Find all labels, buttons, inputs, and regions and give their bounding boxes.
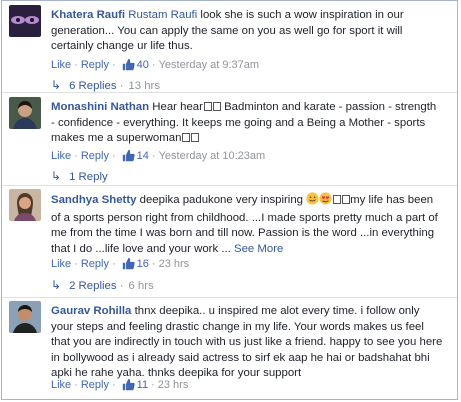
reply-arrow-icon: ↳ [51, 78, 62, 92]
commenter-name[interactable]: Gaurav Rohilla [51, 305, 131, 317]
view-replies[interactable]: ↳ 1 Reply [51, 169, 108, 183]
avatar[interactable] [9, 301, 41, 333]
replies-count[interactable]: 1 Reply [69, 171, 108, 183]
reply-link[interactable]: Reply [81, 258, 109, 270]
emoji-placeholder-icon [342, 195, 351, 204]
avatar[interactable] [9, 189, 41, 221]
reply-link[interactable]: Reply [81, 150, 109, 162]
thumbs-up-icon [122, 58, 135, 74]
tagged-user[interactable]: Rustam Raufi [128, 9, 197, 21]
like-link[interactable]: Like [51, 258, 71, 270]
thumbs-up-icon [122, 257, 135, 273]
thumbs-up-icon [122, 378, 135, 394]
like-link[interactable]: Like [51, 59, 71, 71]
comments-panel: Khatera Raufi Rustam Raufi look she is s… [1, 0, 458, 400]
comment-text: Gaurav Rohilla thnx deepika.. u inspired… [51, 304, 443, 382]
heart-eyes-emoji-icon [319, 192, 332, 211]
like-link[interactable]: Like [51, 379, 71, 391]
like-count[interactable]: 16 [137, 258, 149, 270]
reply-arrow-icon: ↳ [51, 278, 62, 292]
divider [2, 297, 457, 298]
comment-actions: Like · Reply · 16 · 23 hrs [51, 257, 189, 273]
like-link[interactable]: Like [51, 150, 71, 162]
reply-link[interactable]: Reply [81, 379, 109, 391]
like-count[interactable]: 14 [137, 150, 149, 162]
avatar[interactable] [9, 5, 41, 37]
commenter-name[interactable]: Khatera Raufi [51, 9, 125, 21]
replies-time: 6 hrs [128, 280, 154, 292]
avatar[interactable] [9, 97, 41, 129]
commenter-name[interactable]: Sandhya Shetty [51, 194, 136, 206]
like-count[interactable]: 40 [137, 59, 149, 71]
timestamp[interactable]: 23 hrs [158, 379, 189, 391]
comment-actions: Like · Reply · 40 · Yesterday at 9:37am [51, 58, 259, 74]
see-more-link[interactable]: See More [234, 243, 283, 255]
replies-count[interactable]: 6 Replies [69, 80, 117, 92]
view-replies[interactable]: ↳ 2 Replies · 6 hrs [51, 278, 154, 292]
emoji-placeholder-icon [182, 133, 191, 143]
reply-arrow-icon: ↳ [51, 169, 62, 183]
like-count[interactable]: 11 [137, 379, 148, 391]
timestamp[interactable]: Yesterday at 10:23am [159, 150, 266, 162]
comment-body-start: deepika padukone very inspiring [139, 194, 307, 206]
thumbs-up-icon [122, 149, 135, 165]
comment-text: Monashini Nathan Hear hear Badminton and… [51, 100, 443, 147]
emoji-placeholder-icon [212, 102, 221, 111]
smile-emoji-icon [306, 192, 319, 211]
emoji-placeholder-icon [333, 195, 342, 204]
view-replies[interactable]: ↳ 6 Replies · 13 hrs [51, 78, 160, 92]
timestamp[interactable]: Yesterday at 9:37am [159, 59, 260, 71]
comment-actions: Like · Reply · 14 · Yesterday at 10:23am [51, 149, 265, 165]
replies-time: 13 hrs [128, 80, 161, 92]
comment-actions: Like · Reply · 11 · 23 hrs [51, 378, 188, 394]
commenter-name[interactable]: Monashini Nathan [51, 101, 149, 113]
divider [2, 92, 457, 93]
emoji-placeholder-icon [203, 102, 212, 111]
emoji-placeholder-icon [191, 133, 200, 143]
divider [2, 185, 457, 186]
timestamp[interactable]: 23 hrs [159, 258, 190, 270]
comment-body-start: Hear hear [152, 101, 203, 113]
comment-text: Sandhya Shetty deepika padukone very ins… [51, 192, 443, 257]
replies-count[interactable]: 2 Replies [69, 280, 117, 292]
comment-text: Khatera Raufi Rustam Raufi look she is s… [51, 8, 443, 55]
reply-link[interactable]: Reply [81, 59, 109, 71]
